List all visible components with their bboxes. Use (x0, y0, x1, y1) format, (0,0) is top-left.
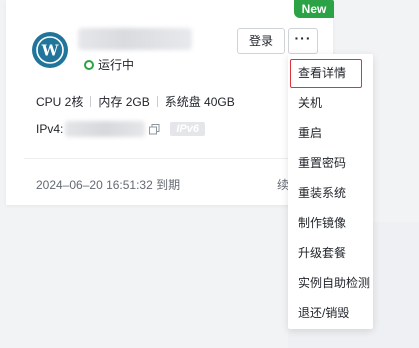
copy-icon[interactable] (149, 123, 160, 135)
menu-item-return-destroy[interactable]: 退还/销毁 (288, 298, 373, 328)
memory-spec: 内存 2GB (98, 95, 150, 109)
card-divider (24, 158, 333, 159)
instance-name-redacted (78, 28, 192, 50)
ipv4-label: IPv4: (36, 122, 64, 136)
status-indicator: 运行中 (84, 56, 134, 73)
login-button[interactable]: 登录 (237, 28, 285, 54)
menu-item-view-details[interactable]: 查看详情 (290, 59, 362, 88)
divider (156, 96, 158, 107)
wordpress-icon: W (32, 32, 68, 68)
new-badge: New (294, 0, 334, 18)
ipv6-badge: IPv6 (170, 122, 205, 136)
disk-spec: 系统盘 40GB (164, 95, 235, 109)
svg-text:W: W (41, 42, 60, 60)
menu-item-self-check[interactable]: 实例自助检测 (288, 268, 373, 298)
cpu-spec: CPU 2核 (36, 95, 84, 109)
ip-row: IPv4: IPv6 (36, 121, 205, 137)
divider (90, 96, 92, 107)
expire-text: 2024–06–20 16:51:32 到期 (36, 178, 181, 192)
menu-item-reinstall-system[interactable]: 重装系统 (288, 178, 373, 208)
menu-item-shutdown[interactable]: 关机 (288, 88, 373, 118)
menu-item-upgrade-plan[interactable]: 升级套餐 (288, 238, 373, 268)
status-dot-icon (84, 59, 94, 70)
server-card: W 运行中 登录 CPU 2核 内存 2GB 系统盘 40GB IPv4: IP… (6, 0, 333, 205)
menu-item-create-image[interactable]: 制作镜像 (288, 208, 373, 238)
menu-item-reset-password[interactable]: 重置密码 (288, 148, 373, 178)
ipv4-value-redacted (65, 121, 146, 137)
status-text: 运行中 (98, 58, 135, 72)
menu-item-restart[interactable]: 重启 (288, 118, 373, 148)
specs-row: CPU 2核 内存 2GB 系统盘 40GB (36, 93, 235, 110)
more-button[interactable]: ··· (288, 28, 318, 54)
dropdown-menu: 查看详情 关机 重启 重置密码 重装系统 制作镜像 升级套餐 实例自助检测 退还… (288, 54, 373, 329)
